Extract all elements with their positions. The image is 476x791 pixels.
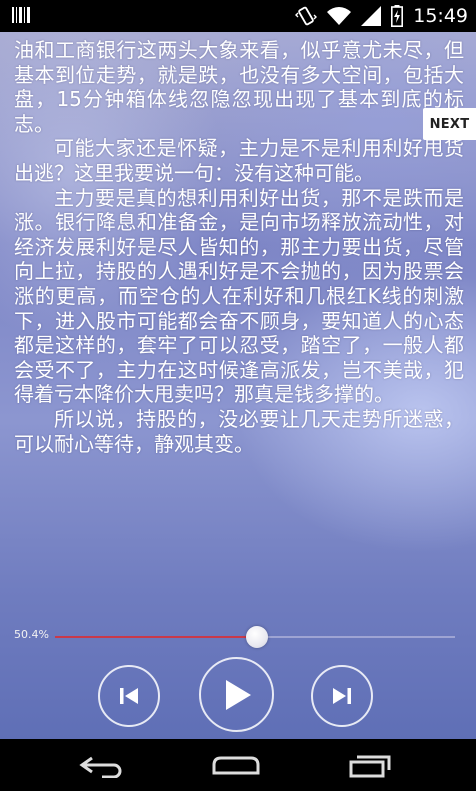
progress-fill xyxy=(55,636,257,638)
play-button[interactable] xyxy=(199,657,274,732)
wifi-icon xyxy=(327,7,352,25)
skip-next-icon xyxy=(333,688,351,704)
barcode-notification-icon xyxy=(12,7,30,23)
reader-screen: 油和工商银行这两头大象来看，似乎意尤未尽，但基本到位走势，就是跌，也没有多大空间… xyxy=(0,32,476,739)
home-button[interactable] xyxy=(211,753,261,779)
vibrate-icon xyxy=(295,6,318,26)
skip-previous-icon xyxy=(120,688,138,704)
article-paragraph: 油和工商银行这两头大象来看，似乎意尤未尽，但基本到位走势，就是跌，也没有多大空间… xyxy=(14,38,464,136)
recent-apps-button[interactable] xyxy=(345,753,395,779)
next-button[interactable]: NEXT xyxy=(423,108,476,140)
back-icon xyxy=(79,756,122,778)
article-paragraph: 可能大家还是怀疑，主力是不是利用利好甩货出逃？这里我要说一句：没有这种可能。 xyxy=(14,136,464,185)
battery-charging-icon xyxy=(391,5,404,27)
status-icons: 15:49 xyxy=(295,4,468,28)
navigation-bar xyxy=(0,739,476,791)
status-bar: 15:49 xyxy=(0,0,476,32)
progress-label: 50.4% xyxy=(14,628,49,641)
back-button[interactable] xyxy=(77,753,127,779)
next-track-button[interactable] xyxy=(311,665,373,727)
recent-apps-icon xyxy=(349,755,391,778)
previous-button[interactable] xyxy=(98,665,160,727)
article-paragraph: 所以说，持股的，没必要让几天走势所迷惑，可以耐心等待，静观其变。 xyxy=(14,406,464,456)
progress-slider[interactable] xyxy=(55,626,455,648)
signal-icon xyxy=(361,6,382,26)
home-icon xyxy=(212,756,260,775)
article-paragraph: 主力要是真的想利用利好出货，那不是跌而是涨。银行降息和准备金，是向市场释放流动性… xyxy=(14,185,464,407)
status-clock: 15:49 xyxy=(413,5,468,27)
progress-thumb[interactable] xyxy=(245,626,268,648)
play-icon xyxy=(225,679,251,710)
article-text: 油和工商银行这两头大象来看，似乎意尤未尽，但基本到位走势，就是跌，也没有多大空间… xyxy=(14,38,464,456)
